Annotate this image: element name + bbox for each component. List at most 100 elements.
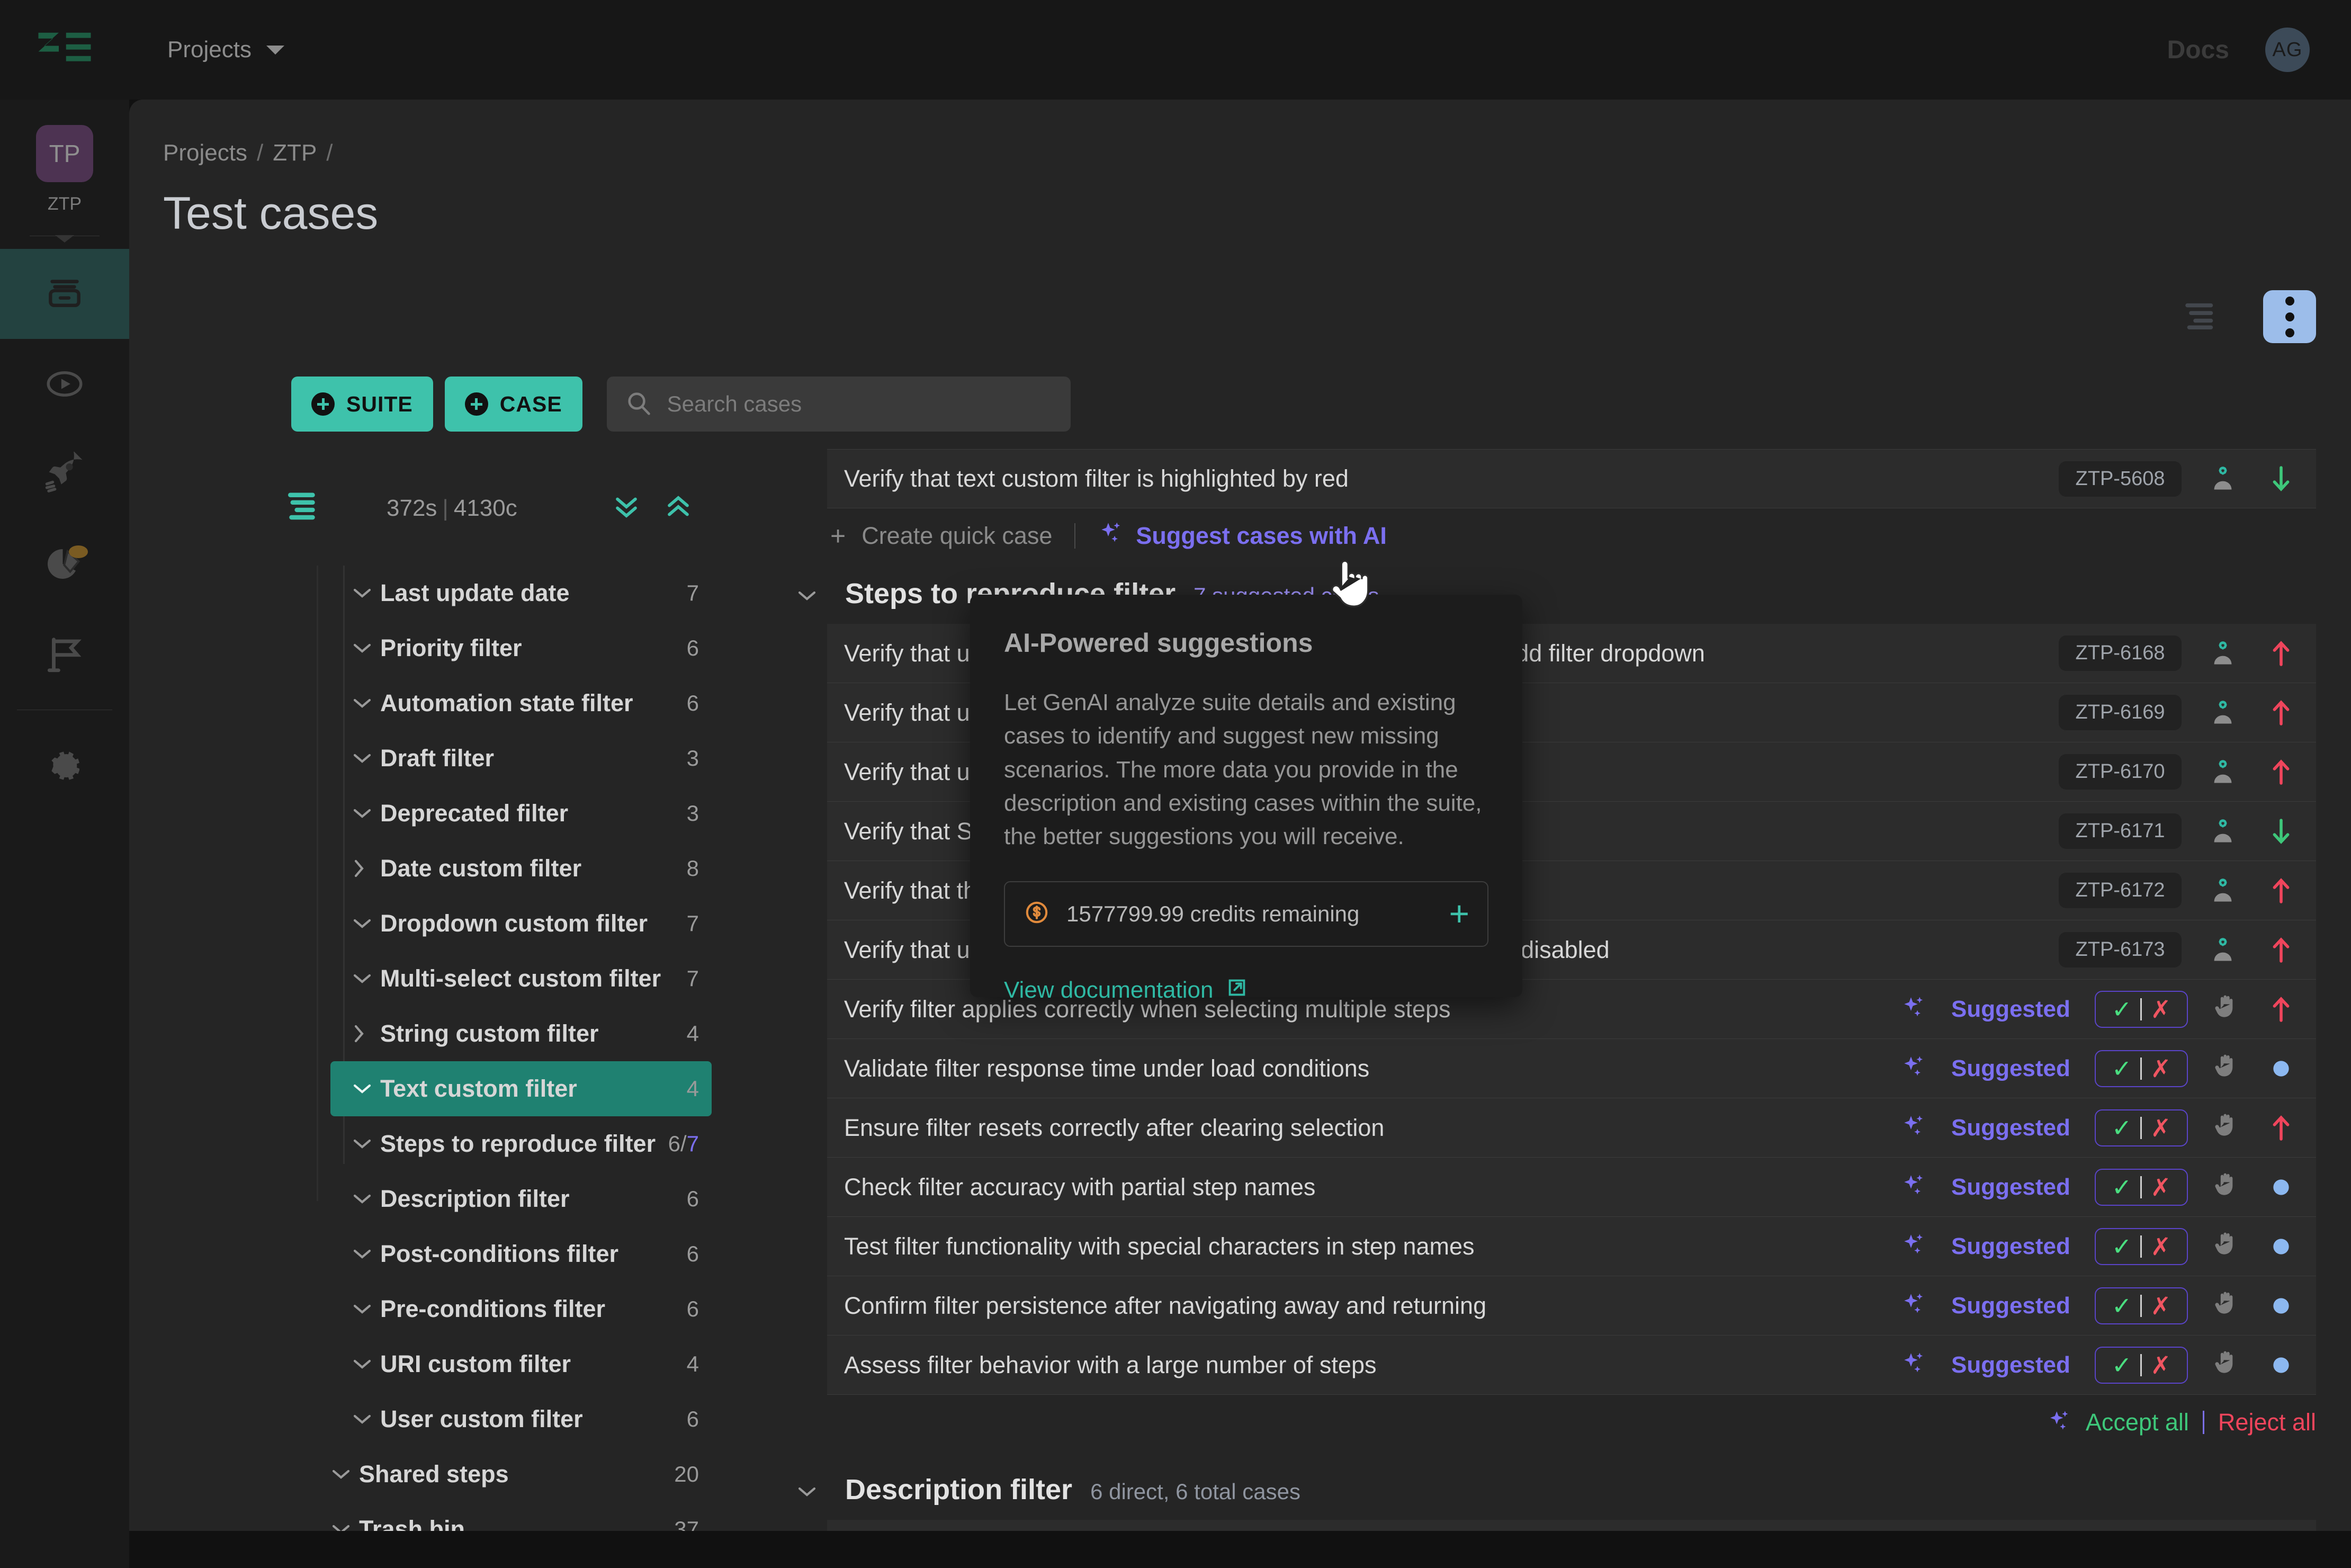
priority-icon-medium[interactable] [2264,1176,2298,1199]
sidebar-item-settings[interactable] [0,721,129,811]
more-vertical-icon[interactable] [2263,290,2316,343]
chevron-down-icon[interactable] [352,696,380,711]
hand-palm-icon[interactable] [2212,1052,2240,1086]
chevron-down-icon[interactable] [352,1412,380,1427]
chevrons-down-icon[interactable] [611,494,642,523]
sidebar-item-test-cases[interactable] [0,249,129,339]
accept-suggestion-button[interactable]: ✓ [2103,1114,2141,1142]
suggested-table-row[interactable]: Assess filter behavior with a large numb… [827,1336,2316,1395]
user-automation-icon[interactable] [2206,875,2240,906]
sidebar-item-launches[interactable] [0,429,129,519]
add-suite-button[interactable]: SUITE [291,377,433,432]
group-header-description[interactable]: Description filter 6 direct, 6 total cas… [827,1459,2316,1520]
tree-item-text-custom-filter[interactable]: Text custom filter4 [330,1061,712,1116]
tree-item-post-conditions-filter[interactable]: Post-conditions filter6 [330,1226,712,1282]
tree-item-string-custom-filter[interactable]: String custom filter4 [330,1006,712,1061]
chevron-down-icon[interactable] [352,751,380,766]
list-view-icon[interactable] [2185,302,2220,332]
user-automation-icon[interactable] [2206,463,2240,494]
hand-palm-icon[interactable] [2212,1230,2240,1264]
accept-suggestion-button[interactable]: ✓ [2103,1292,2141,1320]
accept-reject-group[interactable]: ✓✗ [2095,1109,2188,1146]
priority-icon-medium[interactable] [2264,1294,2298,1318]
table-row[interactable]: Verify that text custom filter is highli… [827,449,2316,508]
priority-icon-high[interactable] [2264,757,2298,787]
accept-reject-group[interactable]: ✓✗ [2095,991,2188,1028]
suggested-table-row[interactable]: Check filter accuracy with partial step … [827,1158,2316,1217]
hand-palm-icon[interactable] [2212,992,2240,1026]
priority-icon-high[interactable] [2264,639,2298,668]
chevron-down-icon[interactable] [352,1302,380,1316]
suggested-table-row[interactable]: Confirm filter persistence after navigat… [827,1276,2316,1336]
user-automation-icon[interactable] [2206,638,2240,669]
chevrons-up-icon[interactable] [663,494,694,523]
chevron-down-icon[interactable] [352,1136,380,1151]
accept-all-button[interactable]: Accept all [2086,1409,2189,1436]
suggested-table-row[interactable]: Validate filter response time under load… [827,1039,2316,1098]
tree-item-deprecated-filter[interactable]: Deprecated filter3 [330,786,712,841]
plus-icon[interactable]: + [1449,903,1469,925]
chevron-down-icon[interactable] [352,641,380,656]
breadcrumb-item-ztp[interactable]: ZTP [273,140,317,166]
search-input[interactable]: Search cases [607,377,1071,432]
hand-palm-icon[interactable] [2212,1170,2240,1204]
add-case-button[interactable]: CASE [445,377,582,432]
projects-dropdown[interactable]: Projects [167,37,284,63]
priority-icon-high[interactable] [2264,698,2298,728]
hand-palm-icon[interactable] [2212,1111,2240,1145]
tree-item-multi-select-custom-filter[interactable]: Multi-select custom filter7 [330,951,712,1006]
chevron-down-icon[interactable] [352,971,380,986]
view-documentation-link[interactable]: View documentation [1004,975,1488,1006]
app-logo[interactable] [0,0,129,100]
tree-item-priority-filter[interactable]: Priority filter6 [330,621,712,676]
user-automation-icon[interactable] [2206,935,2240,965]
priority-icon-high[interactable] [2264,1113,2298,1143]
create-quick-case-button[interactable]: Create quick case [862,522,1052,550]
accept-reject-group[interactable]: ✓✗ [2095,1287,2188,1324]
suggested-table-row[interactable]: Test filter functionality with special c… [827,1217,2316,1276]
priority-icon-medium[interactable] [2264,1354,2298,1377]
credits-row[interactable]: 1577799.99 credits remaining + [1004,881,1488,947]
chevron-right-icon[interactable] [352,1023,380,1044]
priority-icon-medium[interactable] [2264,1057,2298,1080]
reject-suggestion-button[interactable]: ✗ [2142,1232,2179,1261]
tree-item-date-custom-filter[interactable]: Date custom filter8 [330,841,712,896]
suggest-cases-with-ai-button[interactable]: Suggest cases with AI [1098,520,1386,552]
accept-suggestion-button[interactable]: ✓ [2103,1054,2141,1083]
chevron-down-icon[interactable] [352,1247,380,1261]
chevron-down-icon[interactable] [352,916,380,931]
project-badge[interactable]: TP [36,125,93,182]
avatar[interactable]: AG [2265,28,2310,72]
breadcrumb-item-projects[interactable]: Projects [163,140,247,166]
hand-palm-icon[interactable] [2212,1289,2240,1323]
tree-item-uri-custom-filter[interactable]: URI custom filter4 [330,1337,712,1392]
tree-item-user-custom-filter[interactable]: User custom filter6 [330,1392,712,1447]
tree-item-description-filter[interactable]: Description filter6 [330,1171,712,1226]
accept-reject-group[interactable]: ✓✗ [2095,1347,2188,1384]
chevron-down-icon[interactable] [352,586,380,601]
tree-item-automation-state-filter[interactable]: Automation state filter6 [330,676,712,731]
chevron-down-icon[interactable] [352,806,380,821]
chevron-down-icon[interactable] [352,1191,380,1206]
accept-reject-group[interactable]: ✓✗ [2095,1228,2188,1265]
sidebar-item-dashboards[interactable] [0,519,129,609]
chevron-down-icon[interactable] [330,1467,359,1482]
reject-suggestion-button[interactable]: ✗ [2142,1114,2179,1142]
priority-icon-high[interactable] [2264,876,2298,906]
accept-suggestion-button[interactable]: ✓ [2103,995,2141,1024]
docs-link[interactable]: Docs [2167,35,2229,65]
accept-suggestion-button[interactable]: ✓ [2103,1173,2141,1202]
sidebar-item-test-runs[interactable] [0,339,129,429]
tree-item-pre-conditions-filter[interactable]: Pre-conditions filter6 [330,1282,712,1337]
reject-suggestion-button[interactable]: ✗ [2142,1054,2179,1083]
user-automation-icon[interactable] [2206,697,2240,728]
reject-suggestion-button[interactable]: ✗ [2142,1351,2179,1379]
reject-suggestion-button[interactable]: ✗ [2142,995,2179,1024]
chevron-down-icon[interactable] [796,1484,827,1499]
chevron-down-icon[interactable] [352,1081,380,1096]
reject-suggestion-button[interactable]: ✗ [2142,1292,2179,1320]
tree-menu-icon[interactable] [288,491,321,525]
sidebar-item-milestones[interactable] [0,609,129,699]
chevron-down-icon[interactable] [352,1357,380,1372]
accept-reject-group[interactable]: ✓✗ [2095,1169,2188,1206]
